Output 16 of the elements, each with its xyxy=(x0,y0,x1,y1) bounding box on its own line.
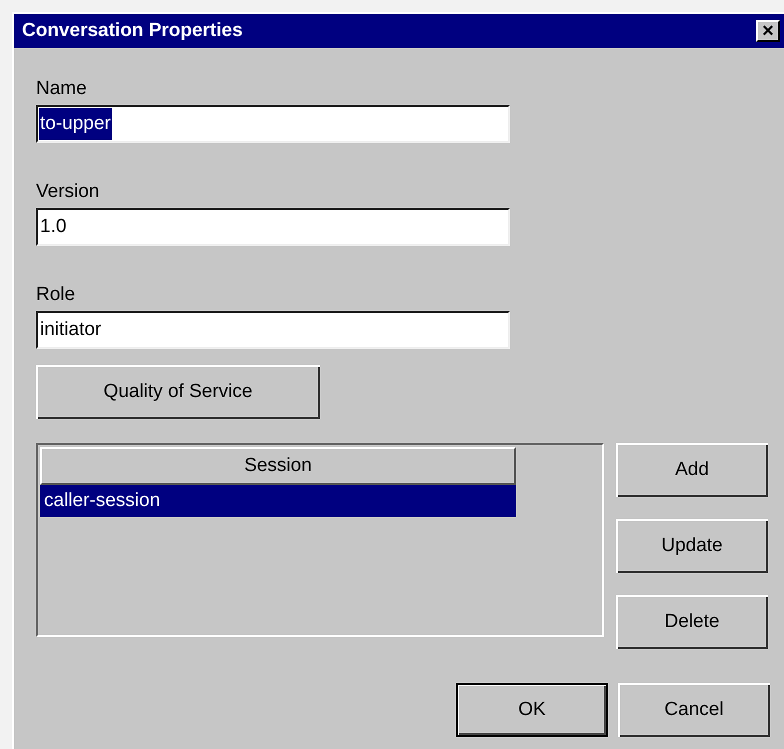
field-label: Name xyxy=(36,78,88,100)
text-field[interactable]: initiator xyxy=(36,311,510,349)
field-label: Version xyxy=(36,181,100,203)
window-title: Conversation Properties xyxy=(22,20,243,42)
action-button[interactable]: Add xyxy=(616,443,768,497)
dialog-button[interactable]: Cancel xyxy=(618,683,770,737)
column-header[interactable]: Session xyxy=(40,447,516,485)
action-button[interactable]: Update xyxy=(616,519,768,573)
field-label: Role xyxy=(36,284,76,306)
dialog-button[interactable]: OK xyxy=(456,683,608,737)
action-button[interactable]: Delete xyxy=(616,595,768,649)
table-row[interactable]: caller-session xyxy=(40,485,516,517)
text-field[interactable]: to-upper xyxy=(36,105,510,143)
text-field[interactable]: 1.0 xyxy=(36,208,510,246)
close-button[interactable]: × xyxy=(756,20,780,42)
quality-of-service-button[interactable]: Quality of Service xyxy=(36,365,320,419)
